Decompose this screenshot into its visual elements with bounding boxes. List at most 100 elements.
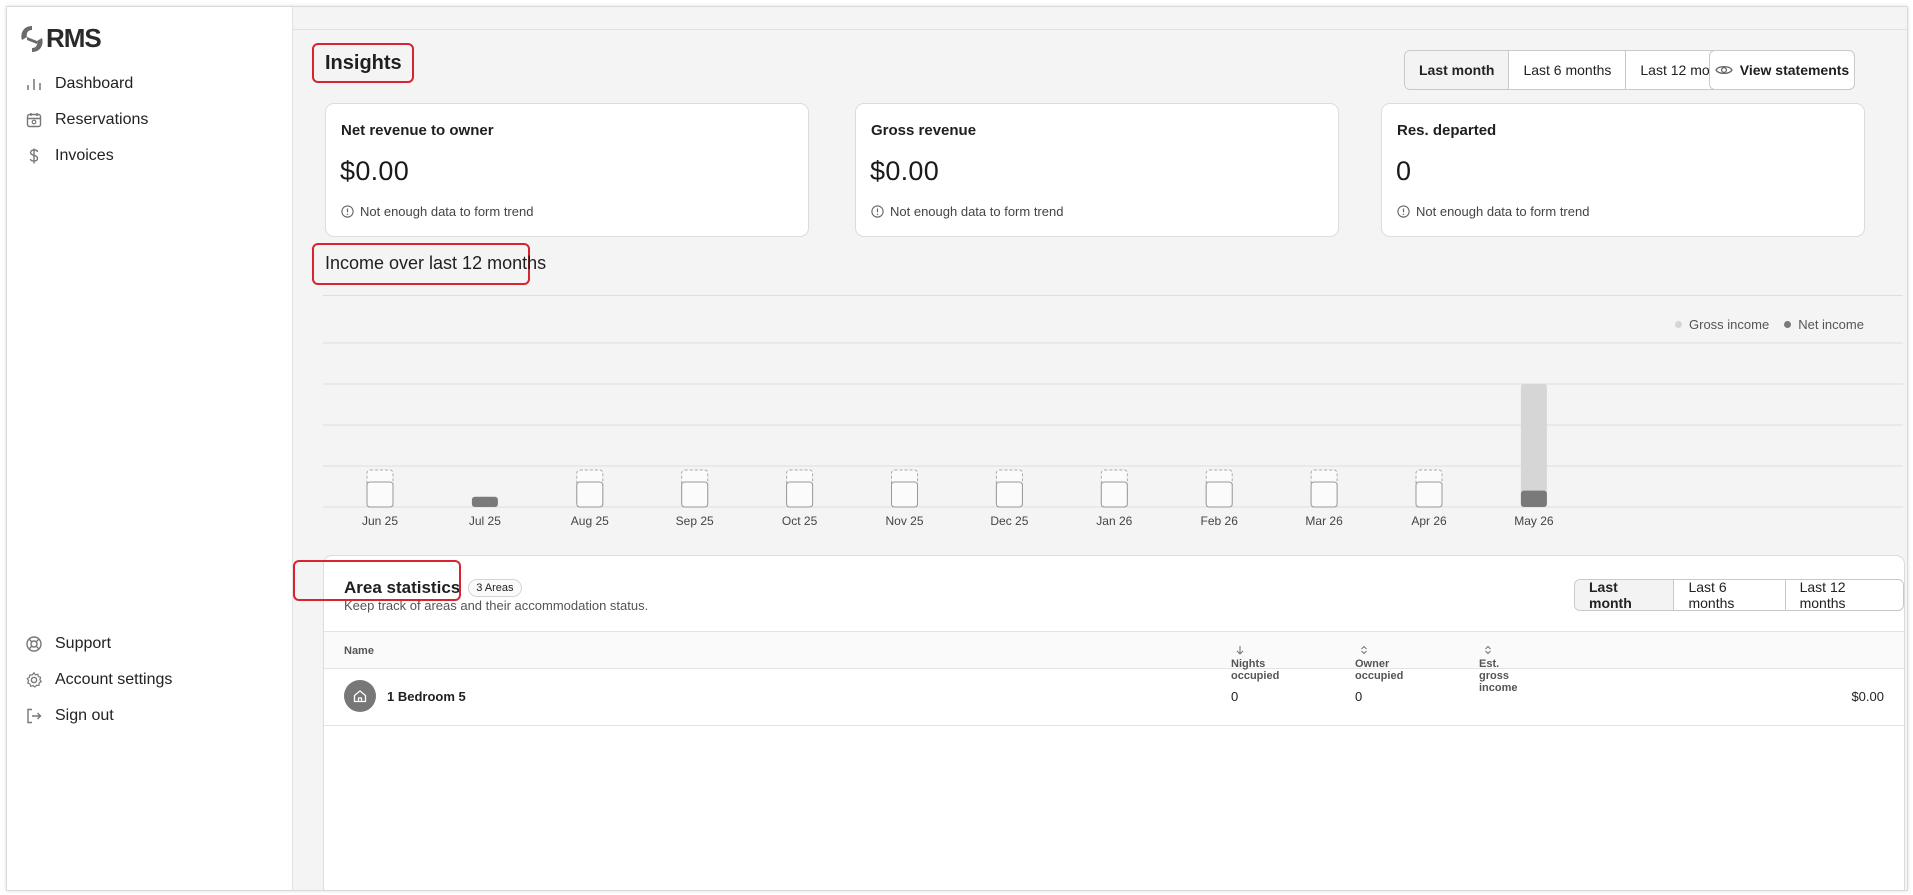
- sidebar: RMS Dashboard Reservations Invoices Supp…: [7, 7, 293, 890]
- view-statements-label: View statements: [1739, 62, 1850, 78]
- chart-x-tick-label: Apr 26: [1411, 514, 1447, 528]
- sidebar-item-label: Dashboard: [55, 75, 134, 92]
- info-icon: [871, 205, 884, 218]
- chart-placeholder-solid: [1415, 481, 1443, 508]
- eye-icon: [1715, 65, 1733, 75]
- card-value: $0.00: [340, 156, 410, 186]
- chart-x-tick-label: Nov 25: [885, 514, 923, 528]
- column-header-nights-occupied[interactable]: Nights occupied: [1231, 645, 1279, 682]
- card-title: Gross revenue: [871, 122, 977, 139]
- gear-icon: [25, 671, 43, 689]
- chart-placeholder-bar: [1100, 469, 1128, 508]
- area-name[interactable]: 1 Bedroom 5: [387, 689, 466, 704]
- chart-x-tick-label: Aug 25: [571, 514, 609, 528]
- chart-placeholder-bar: [366, 469, 394, 508]
- lifebuoy-icon: [25, 635, 43, 653]
- card-note: Not enough data to form trend: [341, 204, 533, 219]
- legend-dot-net: [1784, 321, 1792, 328]
- view-statements-button[interactable]: View statements: [1709, 50, 1855, 90]
- column-header-owner-occupied[interactable]: Owner occupied: [1355, 645, 1403, 682]
- sidebar-item-dashboard[interactable]: Dashboard: [25, 75, 133, 93]
- chart-x-tick-label: Jul 25: [469, 514, 501, 528]
- chart-x-tick-label: Sep 25: [676, 514, 714, 528]
- chart-placeholder-solid: [995, 481, 1023, 508]
- chart-placeholder-bar: [576, 469, 604, 508]
- income-chart: Jun 25 Jul 25 Aug 25 Sep 25 Oct 25 Nov 25 Dec …: [323, 342, 1903, 528]
- chart-placeholder-bar: [681, 469, 709, 508]
- income-title: Income over last 12 months: [325, 253, 547, 273]
- insights-period-selector[interactable]: Last month Last 6 months Last 12 months: [1404, 50, 1752, 90]
- chart-placeholder-solid: [1310, 481, 1338, 508]
- card-title: Res. departed: [1397, 122, 1497, 139]
- sort-toggle-icon: [1361, 645, 1367, 655]
- chart-placeholder-solid: [1100, 481, 1128, 508]
- est-gross-income-value: $0.00: [1851, 689, 1884, 704]
- card-note-text: Not enough data to form trend: [890, 204, 1064, 219]
- chart-x-tick-label: May 26: [1514, 514, 1554, 528]
- card-note: Not enough data to form trend: [871, 204, 1063, 219]
- legend-label-gross: Gross income: [1689, 317, 1770, 332]
- sidebar-item-sign-out[interactable]: Sign out: [25, 707, 114, 725]
- period-option-last-6-months[interactable]: Last 6 months: [1508, 51, 1625, 89]
- column-header-name[interactable]: Name: [344, 645, 374, 657]
- card-gross-revenue: Gross revenue $0.00 Not enough data to f…: [855, 103, 1339, 237]
- legend-label-net: Net income: [1798, 317, 1864, 332]
- chart-placeholder-solid: [786, 481, 814, 508]
- card-note: Not enough data to form trend: [1397, 204, 1589, 219]
- table-header: Name Nights occupied Owner occupied Est.…: [324, 631, 1904, 694]
- column-header-est-gross-income[interactable]: Est. gross income: [1479, 645, 1518, 694]
- chart-placeholder-bar: [995, 469, 1023, 508]
- area-period-selector[interactable]: Last month Last 6 months Last 12 months: [1574, 579, 1904, 611]
- owner-occupied-value: 0: [1355, 689, 1363, 704]
- sidebar-item-label: Invoices: [55, 147, 114, 164]
- dollar-icon: [25, 147, 43, 165]
- sidebar-item-reservations[interactable]: Reservations: [25, 111, 148, 129]
- nights-occupied-value: 0: [1231, 689, 1239, 704]
- chart-x-tick-label: Jan 26: [1096, 514, 1132, 528]
- sidebar-item-invoices[interactable]: Invoices: [25, 147, 114, 165]
- chart-x-tick-label: Feb 26: [1201, 514, 1239, 528]
- chart-x-tick-label: Jun 25: [362, 514, 398, 528]
- area-avatar: [344, 680, 376, 712]
- chart-placeholder-solid: [366, 481, 394, 508]
- period-option-last-6-months[interactable]: Last 6 months: [1673, 580, 1784, 610]
- chart-x-tick-label: Oct 25: [782, 514, 818, 528]
- card-note-text: Not enough data to form trend: [1416, 204, 1590, 219]
- sidebar-item-label: Support: [55, 635, 112, 652]
- chart-x-tick-label: Mar 26: [1305, 514, 1343, 528]
- sidebar-item-label: Sign out: [55, 707, 114, 724]
- sidebar-item-support[interactable]: Support: [25, 635, 111, 653]
- card-res-departed: Res. departed 0 Not enough data to form …: [1381, 103, 1865, 237]
- area-statistics-panel: Area statistics 3 Areas Keep track of ar…: [323, 555, 1905, 890]
- chart-placeholder-solid: [681, 481, 709, 508]
- highlight-box-area-statistics: [293, 560, 461, 601]
- table-row[interactable]: 1 Bedroom 5 0 0 $0.00: [324, 667, 1904, 726]
- logo[interactable]: RMS: [19, 23, 102, 54]
- chart-placeholder-bar: [1310, 469, 1338, 508]
- sidebar-item-account-settings[interactable]: Account settings: [25, 671, 172, 689]
- chart-x-tick-label: Dec 25: [990, 514, 1028, 528]
- chart-placeholder-solid: [891, 481, 918, 508]
- home-icon: [353, 690, 367, 703]
- sort-toggle-icon: [1485, 645, 1491, 655]
- card-net-revenue: Net revenue to owner $0.00 Not enough da…: [325, 103, 809, 237]
- logo-text: RMS: [46, 23, 102, 53]
- chart-placeholder-bar: [1415, 469, 1443, 508]
- sidebar-item-label: Reservations: [55, 111, 149, 128]
- main-content: Insights Last month Last 6 months Last 1…: [293, 7, 1907, 890]
- chart-placeholder-bar: [786, 469, 814, 508]
- sign-out-icon: [25, 707, 43, 725]
- sort-arrow-down-icon: [1236, 646, 1244, 655]
- period-option-last-month[interactable]: Last month: [1405, 51, 1509, 89]
- bar-chart-icon: [25, 75, 43, 93]
- rms-logo-icon: [21, 25, 43, 52]
- header-divider: [293, 29, 1907, 30]
- chart-placeholder-bar: [891, 469, 918, 508]
- info-icon: [1397, 205, 1410, 218]
- period-option-last-month[interactable]: Last month: [1575, 580, 1674, 610]
- chart-placeholder-solid: [1205, 481, 1233, 508]
- legend-dot-gross: [1675, 321, 1682, 328]
- period-option-last-12-months[interactable]: Last 12 months: [1784, 580, 1903, 610]
- chart-bar-net-income: [471, 496, 498, 507]
- card-title: Net revenue to owner: [341, 122, 494, 139]
